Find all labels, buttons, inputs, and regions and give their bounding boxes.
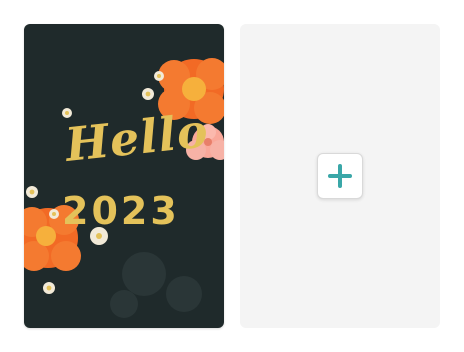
add-button[interactable]: [317, 153, 363, 199]
add-new-design-card[interactable]: [240, 24, 440, 328]
design-thumbnail-hello-2023[interactable]: Hello 2023: [24, 24, 224, 328]
background-texture: [110, 252, 202, 318]
plus-icon: [328, 164, 352, 188]
floral-illustration: [24, 58, 224, 318]
greeting-text: Hello: [62, 103, 211, 172]
year-text: 2023: [62, 189, 180, 233]
